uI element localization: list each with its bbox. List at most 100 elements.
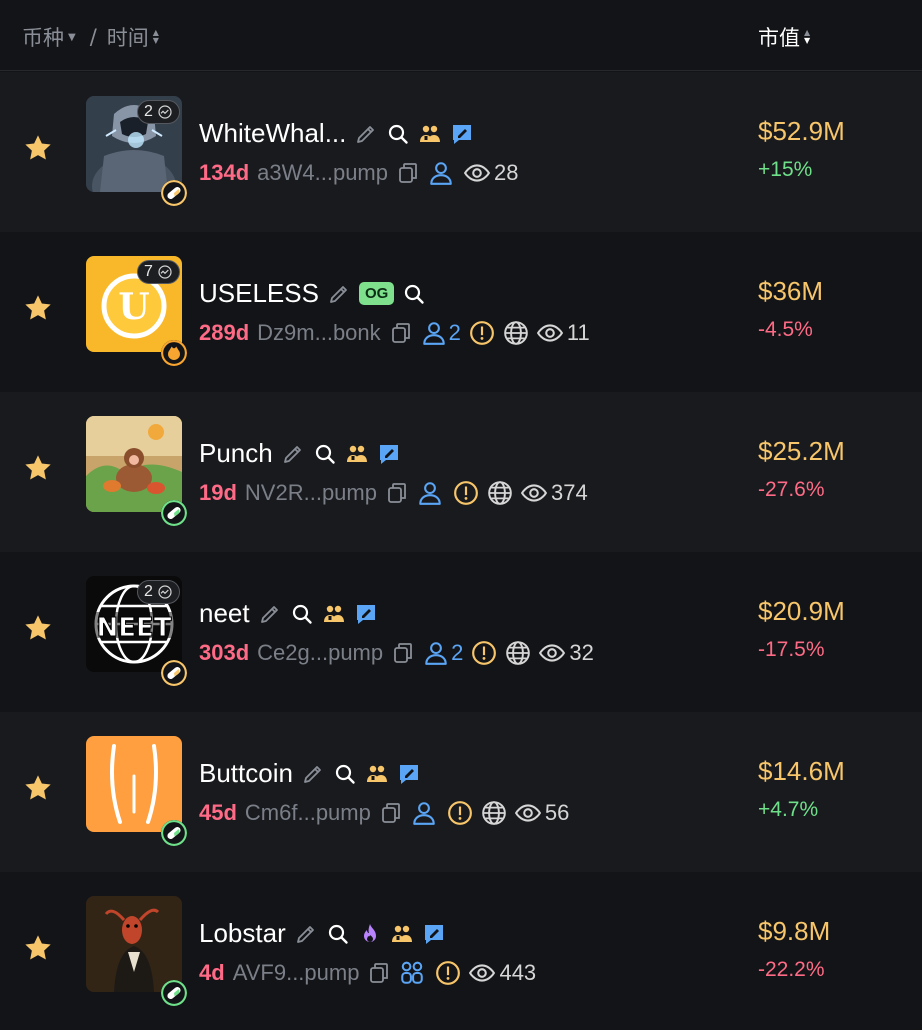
edit-icon[interactable] [281,442,305,466]
copy-icon[interactable] [389,321,413,345]
views: 443 [469,960,536,986]
group-icon[interactable] [365,762,389,786]
warning-icon[interactable] [453,480,479,506]
mcap-sort-icon[interactable]: ▲ ▼ [804,29,810,45]
token-row[interactable]: Lobstar 4d AVF9...pump 443 $9.8M -22.2% [0,872,922,1030]
chat-icon[interactable] [450,122,474,146]
coin-column-label[interactable]: 币种 [22,22,64,52]
search-icon[interactable] [402,282,426,306]
time-sort-icon[interactable]: ▲ ▼ [153,29,159,45]
copy-icon[interactable] [396,161,420,185]
edit-icon[interactable] [258,602,282,626]
group-icon[interactable] [322,602,346,626]
copy-icon[interactable] [391,641,415,665]
chat-icon[interactable] [422,922,446,946]
search-icon[interactable] [290,602,314,626]
token-address[interactable]: Dz9m...bonk [257,320,381,346]
favorite-star-icon[interactable] [22,932,54,964]
mcap-column-label[interactable]: 市值 [758,22,800,52]
globe-icon[interactable] [503,320,529,346]
user-icon [428,160,454,186]
edit-icon[interactable] [301,762,325,786]
views: 32 [539,640,594,666]
pump-pill-icon [161,820,187,846]
token-address[interactable]: a3W4...pump [257,160,388,186]
token-age: 4d [199,960,225,985]
token-name[interactable]: Punch [199,438,273,469]
token-name[interactable]: neet [199,598,250,629]
edit-icon[interactable] [294,922,318,946]
token-avatar[interactable] [86,416,182,512]
token-name[interactable]: Buttcoin [199,758,293,789]
chat-icon[interactable] [377,442,401,466]
holders[interactable]: 2 [421,320,461,346]
token-avatar[interactable] [86,896,182,992]
holders[interactable] [411,800,439,826]
holder-count-badge: 2 [137,580,180,604]
token-address[interactable]: AVF9...pump [233,960,360,986]
token-row[interactable]: U 7 USELESS OG 289d Dz9m...bonk 2 11 $36… [0,232,922,392]
group-icon[interactable] [390,922,414,946]
token-address[interactable]: NV2R...pump [245,480,377,506]
search-icon[interactable] [326,922,350,946]
holders-count: 2 [451,640,464,665]
favorite-star-icon[interactable] [22,772,54,804]
holders[interactable] [428,160,456,186]
token-name[interactable]: WhiteWhal... [199,118,346,149]
warning-icon[interactable] [471,640,497,666]
globe-icon[interactable] [505,640,531,666]
token-address[interactable]: Ce2g...pump [257,640,383,666]
token-name-line: neet [199,598,378,629]
favorite-star-icon[interactable] [22,132,54,164]
edit-icon[interactable] [327,282,351,306]
group-icon[interactable] [345,442,369,466]
token-avatar[interactable] [86,736,182,832]
copy-icon[interactable] [367,961,391,985]
price-change: -22.2% [758,958,825,981]
user-icon [417,480,443,506]
token-row[interactable]: Buttcoin 45d Cm6f...pump 56 $14.6M +4.7% [0,712,922,872]
holder-count-badge: 7 [137,260,180,284]
globe-icon[interactable] [487,480,513,506]
header-separator: / [89,25,97,49]
token-row[interactable]: NEET 2 neet 303d Ce2g...pump 2 32 $20.9M… [0,552,922,712]
token-name[interactable]: Lobstar [199,918,286,949]
time-column-label[interactable]: 时间 [107,22,149,52]
favorite-star-icon[interactable] [22,452,54,484]
token-age: 45d [199,800,237,825]
views-count: 11 [566,320,590,345]
favorite-star-icon[interactable] [22,612,54,644]
group-icon[interactable] [418,122,442,146]
warning-icon[interactable] [469,320,495,346]
favorite-star-icon[interactable] [22,292,54,324]
edit-icon[interactable] [354,122,378,146]
chat-icon[interactable] [397,762,421,786]
token-meta-line: 134d a3W4...pump 28 [199,160,518,186]
chat-icon[interactable] [354,602,378,626]
holders[interactable]: 2 [423,640,463,666]
search-icon[interactable] [313,442,337,466]
holders[interactable] [399,960,427,986]
warning-icon[interactable] [435,960,461,986]
eye-icon [539,640,565,666]
fire-icon[interactable] [358,922,382,946]
coin-dropdown-caret-icon[interactable]: ▼ [68,32,76,43]
chart-circle-icon [157,264,173,280]
warning-icon[interactable] [447,800,473,826]
token-row[interactable]: 2 WhiteWhal... 134d a3W4...pump 28 $52.9… [0,72,922,232]
token-meta-line: 303d Ce2g...pump 2 32 [199,640,594,666]
copy-icon[interactable] [385,481,409,505]
holders[interactable] [417,480,445,506]
copy-icon[interactable] [379,801,403,825]
mcap-sort[interactable]: 市值 ▲ ▼ [758,22,810,52]
price-change: +15% [758,158,813,181]
coin-time-sort[interactable]: 币种 ▼ / 时间 ▲ ▼ [22,22,159,52]
token-row[interactable]: Punch 19d NV2R...pump 374 $25.2M -27.6% [0,392,922,552]
token-address[interactable]: Cm6f...pump [245,800,371,826]
globe-icon[interactable] [481,800,507,826]
search-icon[interactable] [386,122,410,146]
token-name[interactable]: USELESS [199,278,319,309]
pump-pill-icon [161,500,187,526]
search-icon[interactable] [333,762,357,786]
token-name-line: WhiteWhal... [199,118,474,149]
